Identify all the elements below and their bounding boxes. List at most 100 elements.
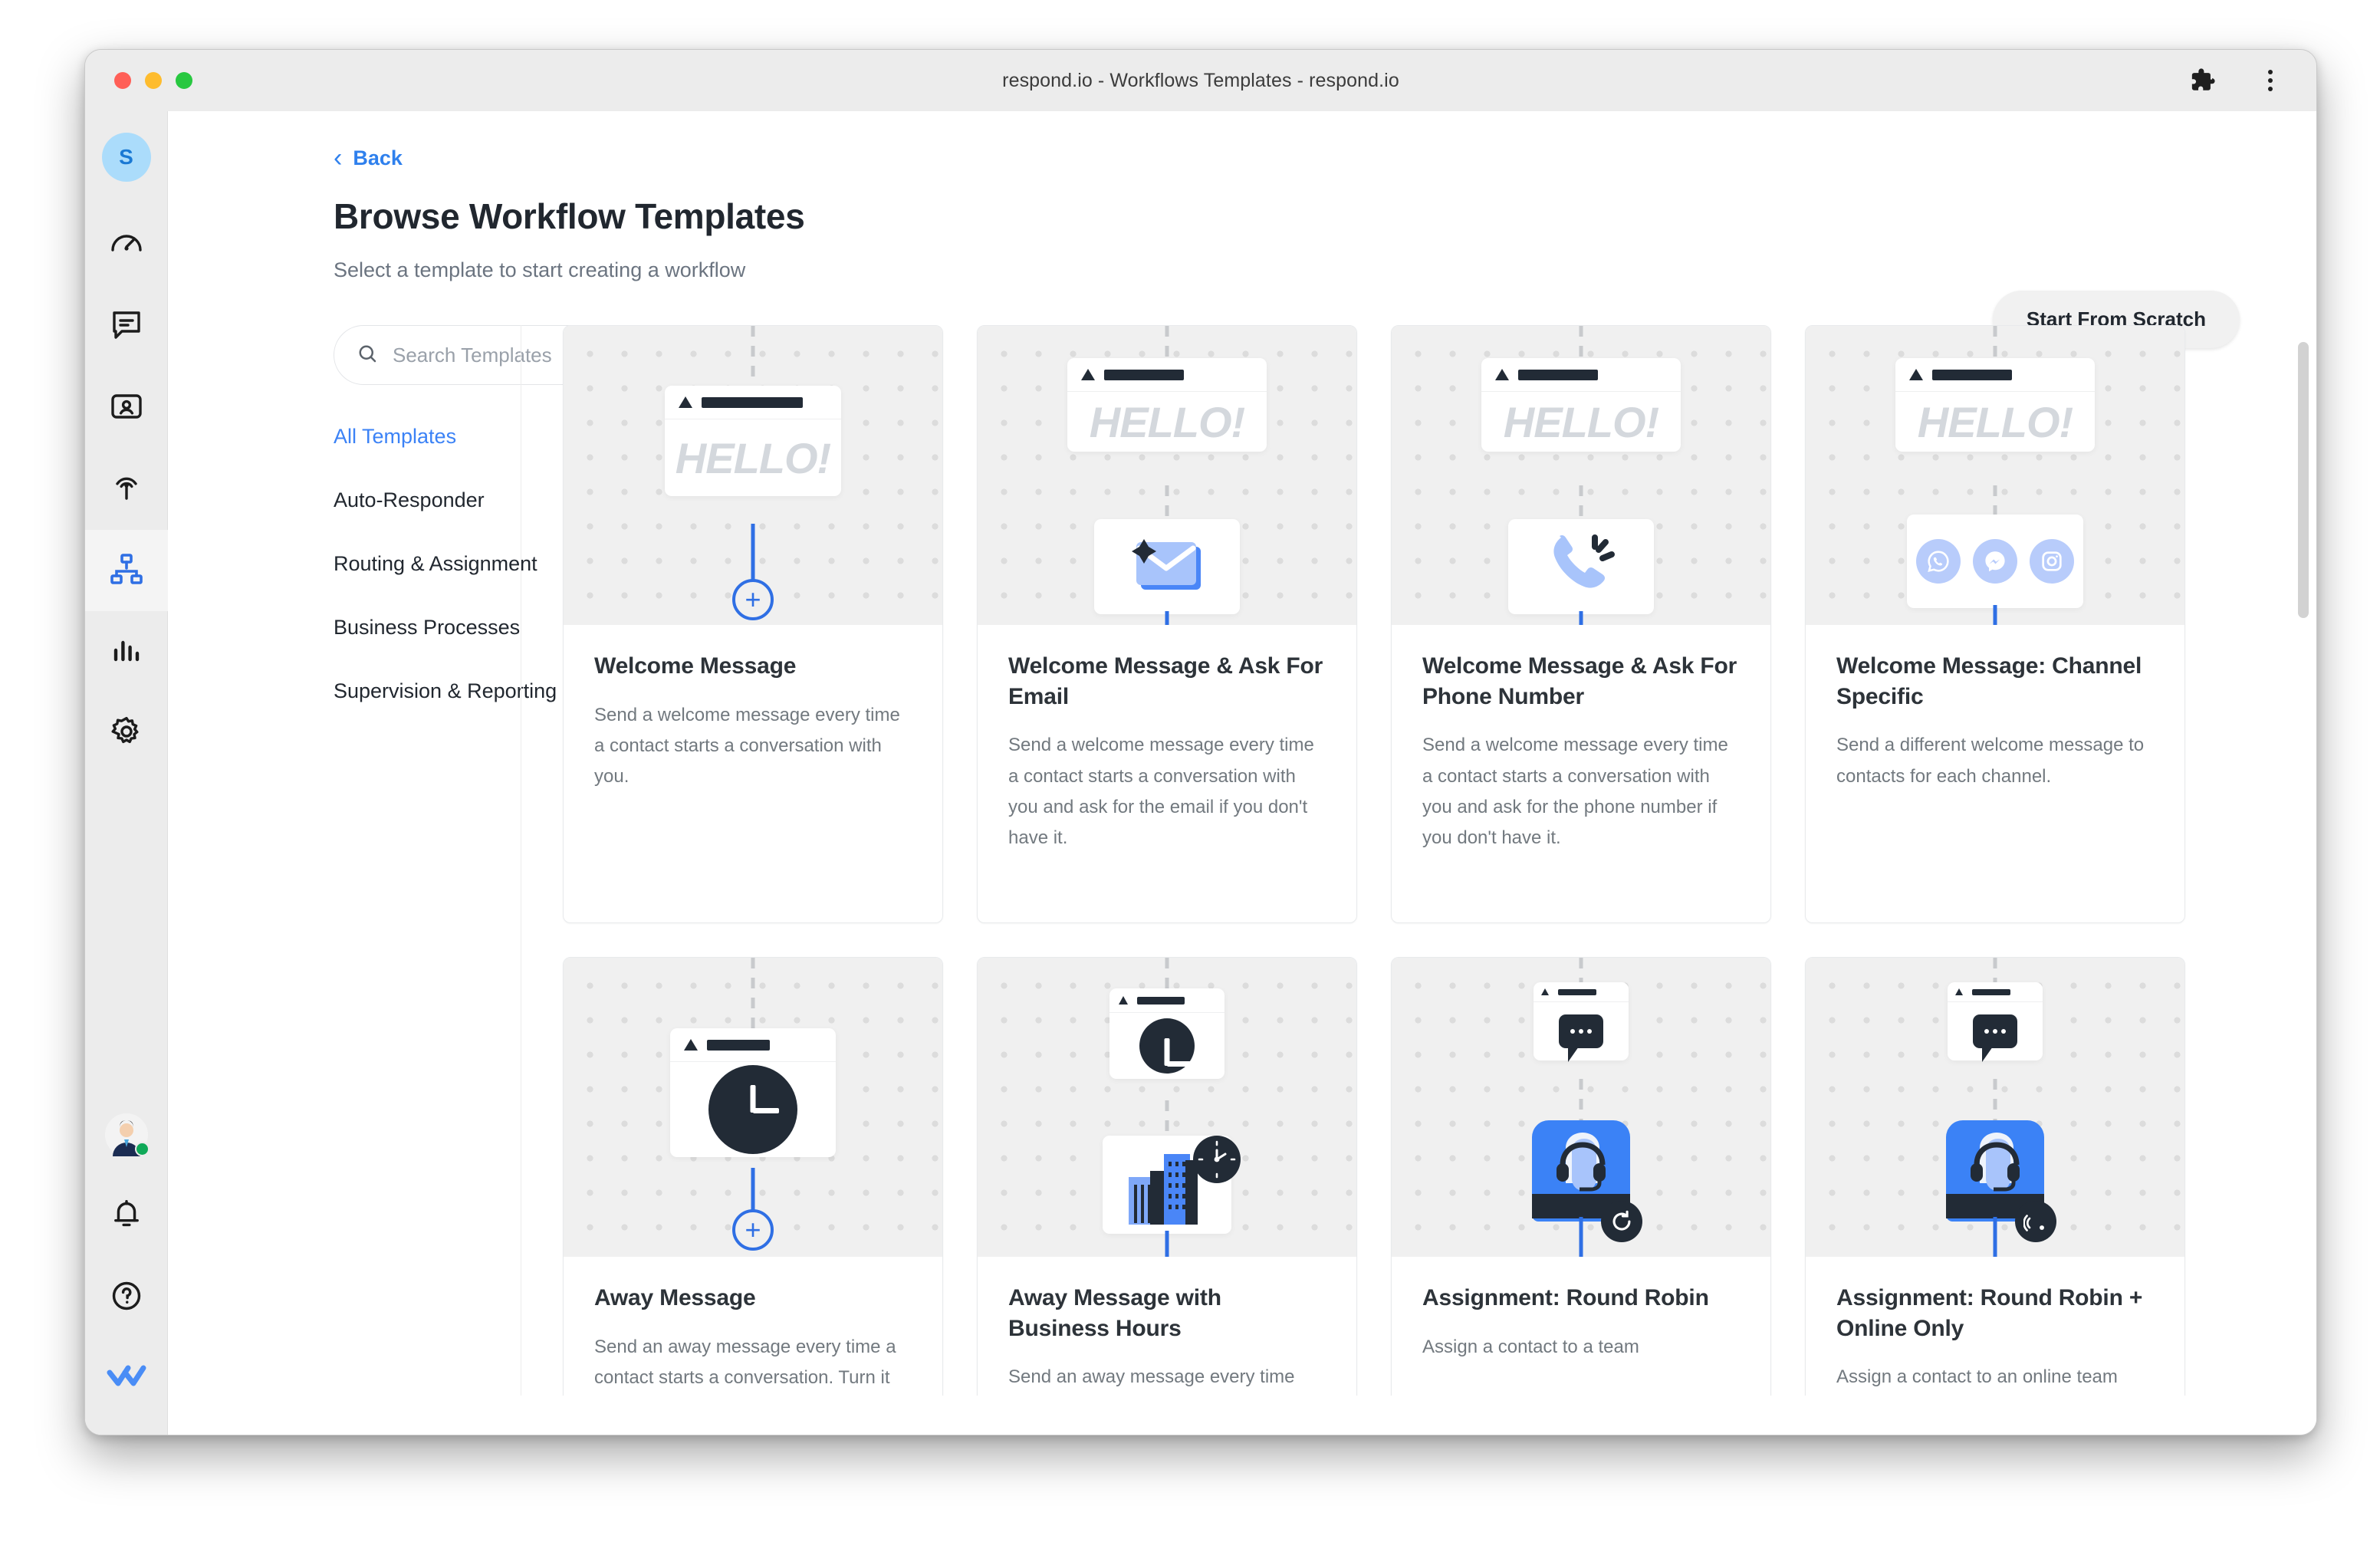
sidebar-item-workflows[interactable]: [85, 530, 168, 611]
template-description: Send a welcome message every time a cont…: [1008, 735, 1314, 849]
template-title: Welcome Message & Ask For Phone Number: [1422, 653, 1737, 709]
whatsapp-icon: [1916, 539, 1961, 584]
hello-text: HELLO!: [675, 433, 831, 482]
template-card[interactable]: Assignment: Round Robin Assign a contact…: [1391, 957, 1771, 1396]
contact-card-icon: [108, 388, 145, 429]
template-title: Away Message with Business Hours: [1008, 1285, 1221, 1341]
add-step-icon: +: [732, 579, 774, 620]
sidebar-item-settings[interactable]: [85, 692, 168, 774]
template-card[interactable]: HELLO!: [1805, 325, 2185, 923]
trigger-icon: [1495, 369, 1509, 380]
sidebar-item-dashboard[interactable]: [85, 205, 168, 286]
window-titlebar: respond.io - Workflows Templates - respo…: [85, 50, 2316, 111]
kebab-menu-icon[interactable]: [2255, 65, 2286, 96]
template-title: Welcome Message: Channel Specific: [1836, 653, 2142, 709]
template-description: Send an away message every time a contac…: [594, 1336, 896, 1388]
double-check-icon: [105, 1360, 148, 1398]
clock-icon: [1139, 1018, 1195, 1074]
sidebar-item-messages[interactable]: [85, 286, 168, 367]
template-preview: +: [564, 958, 942, 1257]
trigger-icon: [1909, 369, 1923, 380]
template-description: Assign a contact to a team: [1422, 1336, 1639, 1357]
office-building-icon: [1119, 1135, 1241, 1230]
instagram-icon: [2030, 539, 2074, 584]
template-card[interactable]: Assignment: Round Robin + Online Only As…: [1805, 957, 2185, 1396]
channel-icons: [1916, 539, 2074, 584]
chevron-left-icon: ‹: [334, 143, 343, 173]
category-auto-responder[interactable]: Auto-Responder: [334, 488, 485, 512]
sidebar-bottom: [85, 1094, 168, 1435]
hello-text: HELLO!: [1503, 397, 1659, 446]
template-description: Send a different welcome message to cont…: [1836, 735, 2145, 787]
templates-scrollbar[interactable]: [2298, 342, 2309, 618]
workspace-avatar[interactable]: S: [101, 133, 151, 182]
template-title: Assignment: Round Robin: [1422, 1285, 1709, 1310]
page-title: Browse Workflow Templates: [334, 196, 805, 236]
sidebar-nav: S: [85, 111, 168, 1435]
template-preview: HELLO!: [978, 326, 1356, 625]
template-preview: [978, 958, 1356, 1257]
trigger-icon: [1081, 369, 1095, 380]
search-icon: [356, 342, 379, 369]
clock-icon: [708, 1065, 797, 1154]
bell-icon: [109, 1197, 144, 1236]
template-card[interactable]: HELLO!: [1391, 325, 1771, 923]
template-preview: HELLO! +: [564, 326, 942, 625]
sidebar-item-user-avatar[interactable]: [85, 1094, 168, 1176]
trigger-icon: [679, 396, 692, 408]
clock-badge-icon: [1193, 1135, 1241, 1187]
back-button[interactable]: ‹ Back: [334, 145, 403, 171]
template-card[interactable]: HELLO!: [977, 325, 1357, 923]
browser-window: respond.io - Workflows Templates - respo…: [84, 49, 2317, 1435]
ringing-phone-icon: [1541, 530, 1621, 604]
user-photo-icon: [104, 1113, 150, 1156]
messenger-icon: [1973, 539, 2017, 584]
category-list: All Templates Auto-Responder Routing & A…: [334, 425, 557, 703]
templates-grid: HELLO! + Welcome Message Send a welcome …: [521, 325, 2289, 1396]
page-subtitle: Select a template to start creating a wo…: [334, 258, 746, 281]
category-business-processes[interactable]: Business Processes: [334, 616, 520, 640]
sidebar-item-reports[interactable]: [85, 611, 168, 692]
trigger-icon: [684, 1039, 698, 1051]
template-title: Away Message: [594, 1285, 756, 1310]
template-card[interactable]: HELLO! + Welcome Message Send a welcome …: [563, 325, 943, 923]
sidebar-item-notifications[interactable]: [85, 1176, 168, 1257]
template-preview: HELLO!: [1806, 326, 2184, 625]
template-description: Send an away message every time: [1008, 1366, 1295, 1388]
envelope-icon: [1124, 533, 1210, 601]
round-robin-icon: [1601, 1201, 1642, 1242]
template-title: Welcome Message: [594, 653, 797, 679]
template-preview: [1392, 958, 1770, 1257]
main-content: ‹ Back Browse Workflow Templates Select …: [168, 111, 2316, 1435]
sidebar-item-help[interactable]: [85, 1257, 168, 1338]
category-routing-assignment[interactable]: Routing & Assignment: [334, 552, 537, 576]
message-bubble-icon: [1559, 1014, 1603, 1062]
hello-text: HELLO!: [1917, 397, 2073, 446]
workflow-nodes-icon: [108, 551, 145, 591]
message-bubble-icon: [1973, 1014, 2017, 1062]
template-title: Assignment: Round Robin + Online Only: [1836, 1285, 2143, 1341]
templates-filter-panel: All Templates Auto-Responder Routing & A…: [168, 325, 640, 1396]
trigger-icon: [1955, 988, 1963, 995]
application-body: S ‹ Back Browse Workflow Templates Selec…: [85, 111, 2316, 1435]
online-status-icon: [2015, 1201, 2056, 1242]
sidebar-item-broadcasts[interactable]: [85, 449, 168, 530]
sidebar-item-contacts[interactable]: [85, 367, 168, 449]
template-card[interactable]: + Away Message Send an away message ever…: [563, 957, 943, 1396]
back-label: Back: [353, 146, 403, 169]
puzzle-icon[interactable]: [2188, 65, 2218, 96]
titlebar-actions: [2188, 65, 2286, 96]
trigger-icon: [1541, 988, 1549, 995]
question-circle-icon: [109, 1278, 144, 1317]
template-description: Send a welcome message every time a cont…: [594, 704, 900, 788]
sidebar-item-respondio-logo[interactable]: [85, 1338, 168, 1419]
hello-text: HELLO!: [1089, 397, 1245, 446]
broadcast-icon: [108, 469, 145, 510]
templates-grid-panel: HELLO! + Welcome Message Send a welcome …: [521, 325, 2316, 1396]
window-title: respond.io - Workflows Templates - respo…: [1002, 69, 1399, 91]
category-all-templates[interactable]: All Templates: [334, 425, 456, 449]
template-description: Send a welcome message every time a cont…: [1422, 735, 1728, 849]
trigger-icon: [1119, 996, 1128, 1005]
template-card[interactable]: Away Message with Business Hours Send an…: [977, 957, 1357, 1396]
chat-bubble-icon: [108, 307, 145, 347]
